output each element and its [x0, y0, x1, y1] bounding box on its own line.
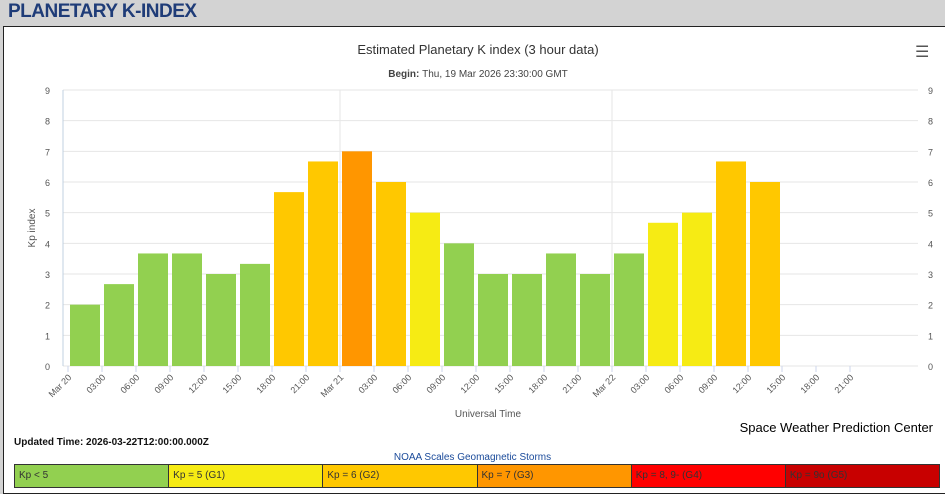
x-tick-label: 03:00 [84, 372, 107, 395]
y-tick-label-right: 9 [928, 86, 933, 96]
y-tick-label-right: 3 [928, 270, 933, 280]
x-tick-label: 15:00 [220, 372, 243, 395]
kp-bar [546, 253, 576, 366]
y-tick-label-right: 2 [928, 301, 933, 311]
scale-title: NOAA Scales Geomagnetic Storms [393, 452, 552, 463]
x-tick-label: 09:00 [696, 372, 719, 395]
kp-bar [648, 222, 678, 366]
x-tick-label: 12:00 [458, 372, 481, 395]
scale-item: Kp < 5 [15, 465, 170, 487]
x-tick-label: 15:00 [492, 372, 515, 395]
kp-bar [444, 243, 474, 366]
y-axis-title: Kp index [27, 209, 38, 248]
x-tick-label: 06:00 [390, 372, 413, 395]
x-tick-label: Mar 22 [591, 372, 618, 399]
y-tick-label: 4 [45, 239, 50, 249]
kp-bar [172, 253, 202, 366]
y-tick-label: 1 [45, 331, 50, 341]
x-tick-label: 03:00 [356, 372, 379, 395]
kp-bar [716, 161, 746, 366]
y-tick-label: 7 [45, 147, 50, 157]
x-tick-label: 18:00 [798, 372, 821, 395]
x-tick-label: 21:00 [288, 372, 311, 395]
chart-subtitle: Begin: Thu, 19 Mar 2026 23:30:00 GMT [388, 69, 568, 80]
x-tick-label: 06:00 [662, 372, 685, 395]
y-tick-label-right: 7 [928, 147, 933, 157]
scale-item: Kp = 9o (G5) [785, 465, 940, 487]
kp-bar [512, 274, 542, 366]
kp-bar [376, 182, 406, 366]
y-tick-label-right: 8 [928, 117, 933, 127]
kp-bar [138, 253, 168, 366]
y-tick-label-right: 5 [928, 209, 933, 219]
storm-scale-legend: Kp < 5 Kp = 5 (G1) Kp = 6 (G2) Kp = 7 (G… [14, 464, 940, 488]
kp-bar [478, 274, 508, 366]
kp-bar [682, 212, 712, 366]
y-tick-label: 3 [45, 270, 50, 280]
x-tick-label: 15:00 [764, 372, 787, 395]
scale-item: Kp = 5 (G1) [169, 465, 324, 487]
y-tick-label: 5 [45, 209, 50, 219]
y-tick-label: 9 [45, 86, 50, 96]
chart-title: Estimated Planetary K index (3 hour data… [357, 42, 598, 57]
x-tick-label: 03:00 [628, 372, 651, 395]
kp-bar [206, 274, 236, 366]
kp-bar [274, 192, 304, 366]
y-tick-label-right: 6 [928, 178, 933, 188]
x-tick-label: 12:00 [730, 372, 753, 395]
y-tick-label-right: 4 [928, 239, 933, 249]
x-tick-label: Mar 20 [47, 372, 74, 399]
y-tick-label: 6 [45, 178, 50, 188]
x-tick-label: 12:00 [186, 372, 209, 395]
y-tick-label: 0 [45, 362, 50, 372]
kp-bar [104, 284, 134, 366]
x-tick-label: Mar 21 [319, 372, 346, 399]
kp-bar [308, 161, 338, 366]
x-tick-label: 18:00 [526, 372, 549, 395]
x-tick-label: 09:00 [152, 372, 175, 395]
kp-bar [580, 274, 610, 366]
y-tick-label: 2 [45, 301, 50, 311]
y-tick-label-right: 0 [928, 362, 933, 372]
updated-time: Updated Time: 2026-03-22T12:00:00.000Z [14, 437, 209, 448]
x-tick-label: 09:00 [424, 372, 447, 395]
credit-text: Space Weather Prediction Center [739, 420, 933, 435]
kp-bar [240, 263, 270, 366]
y-tick-label-right: 1 [928, 331, 933, 341]
x-tick-label: 18:00 [254, 372, 277, 395]
kp-bar [750, 182, 780, 366]
x-axis-title: Universal Time [455, 409, 522, 420]
kp-bar [70, 304, 100, 366]
y-tick-label: 8 [45, 117, 50, 127]
x-tick-label: 21:00 [560, 372, 583, 395]
kp-bar [614, 253, 644, 366]
kp-bar [342, 151, 372, 366]
scale-item: Kp = 6 (G2) [323, 465, 478, 487]
x-tick-label: 21:00 [832, 372, 855, 395]
x-tick-label: 06:00 [118, 372, 141, 395]
hamburger-menu-icon[interactable]: ☰ [915, 45, 929, 61]
scale-item: Kp = 7 (G3) [477, 465, 632, 487]
kp-bar [410, 212, 440, 366]
scale-item: Kp = 8, 9- (G4) [631, 465, 786, 487]
